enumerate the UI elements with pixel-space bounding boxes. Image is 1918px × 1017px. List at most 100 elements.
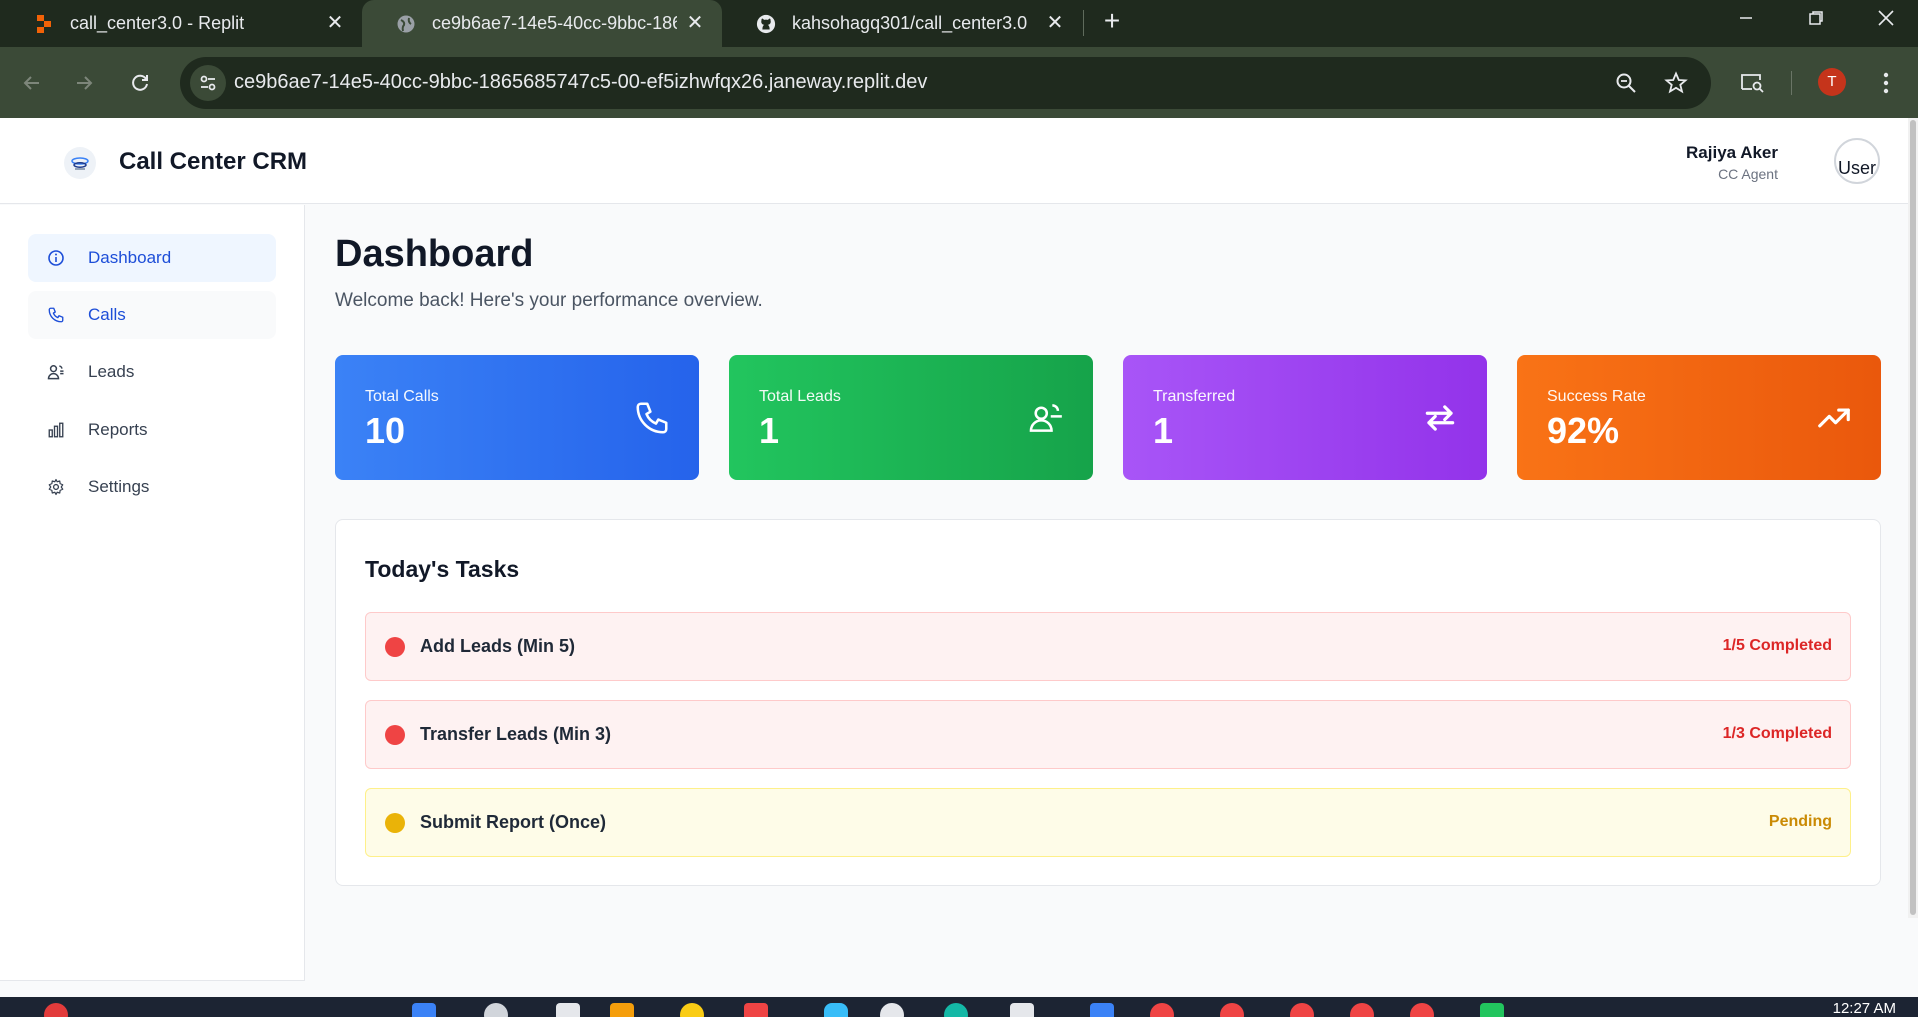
app-logo xyxy=(64,147,96,179)
more-menu-icon[interactable] xyxy=(1872,69,1900,97)
browser-tab-github[interactable]: kahsohagq301/call_center3.0 ✕ xyxy=(722,0,1082,47)
chrome-icon[interactable] xyxy=(1350,1003,1374,1017)
app-header: Call Center CRM Rajiya Aker CC Agent Use… xyxy=(0,118,1918,204)
status-dot xyxy=(385,812,405,833)
sidebar-item-settings[interactable]: Settings xyxy=(28,463,276,511)
task-status: Pending xyxy=(1768,813,1832,830)
bar-chart-icon xyxy=(46,420,66,440)
github-icon xyxy=(756,14,776,34)
sidebar-item-dashboard[interactable]: Dashboard xyxy=(28,234,276,282)
stat-card-total-calls: Total Calls 10 xyxy=(335,355,699,480)
address-bar[interactable]: ce9b6ae7-14e5-40cc-9bbc-1865685747c5-00-… xyxy=(180,57,1711,109)
stat-label: Total Calls xyxy=(365,388,439,405)
sidebar: Dashboard Calls Leads Reports Settings xyxy=(0,205,305,980)
stat-label: Total Leads xyxy=(759,388,841,405)
browser-tab-replit[interactable]: call_center3.0 - Replit ✕ xyxy=(0,0,362,47)
reload-icon[interactable] xyxy=(122,65,158,101)
stat-card-total-leads: Total Leads 1 xyxy=(729,355,1093,480)
stat-value: 10 xyxy=(365,410,406,451)
globe-icon xyxy=(396,14,416,34)
sidebar-item-label: Calls xyxy=(88,305,126,324)
stat-label: Transferred xyxy=(1153,388,1236,405)
os-taskbar: 12:27 AM xyxy=(0,997,1918,1017)
info-icon xyxy=(46,248,66,268)
task-item[interactable]: Add Leads (Min 5) 1/5 Completed xyxy=(365,612,1851,681)
app-icon[interactable] xyxy=(680,1003,704,1017)
search-icon[interactable] xyxy=(484,1003,508,1017)
stat-card-transferred: Transferred 1 xyxy=(1123,355,1487,480)
task-name: Submit Report (Once) xyxy=(420,812,607,832)
task-status: 1/3 Completed xyxy=(1722,725,1832,742)
page-subtitle: Welcome back! Here's your performance ov… xyxy=(335,290,763,311)
forward-icon[interactable] xyxy=(66,65,102,101)
status-dot xyxy=(385,724,405,745)
app-icon[interactable] xyxy=(1090,1003,1114,1017)
task-status: 1/5 Completed xyxy=(1722,637,1832,654)
scrollbar-thumb[interactable] xyxy=(1910,120,1916,915)
task-item[interactable]: Transfer Leads (Min 3) 1/3 Completed xyxy=(365,700,1851,769)
zoom-icon[interactable] xyxy=(1614,71,1638,95)
sidebar-item-label: Settings xyxy=(88,477,150,496)
tab-title: kahsohagq301/call_center3.0 xyxy=(792,13,1028,33)
app-icon[interactable] xyxy=(1010,1003,1034,1017)
phone-icon xyxy=(46,305,66,325)
chrome-icon[interactable] xyxy=(1410,1003,1434,1017)
user-role: CC Agent xyxy=(1718,166,1778,182)
page-title: Dashboard xyxy=(335,233,534,275)
stat-value: 92% xyxy=(1547,410,1620,451)
chrome-icon[interactable] xyxy=(1290,1003,1314,1017)
task-name: Transfer Leads (Min 3) xyxy=(420,724,612,744)
sidebar-item-label: Leads xyxy=(88,362,135,381)
close-tab-icon[interactable]: ✕ xyxy=(324,12,346,34)
notification-icon[interactable] xyxy=(44,1003,68,1017)
app-icon[interactable] xyxy=(880,1003,904,1017)
bookmark-star-icon[interactable] xyxy=(1664,71,1688,95)
sidebar-item-leads[interactable]: Leads xyxy=(28,348,276,396)
app-icon[interactable] xyxy=(744,1003,768,1017)
browser-toolbar: ce9b6ae7-14e5-40cc-9bbc-1865685747c5-00-… xyxy=(0,47,1918,118)
status-dot xyxy=(385,636,405,657)
replit-icon xyxy=(34,14,54,34)
profile-avatar[interactable]: T xyxy=(1818,68,1846,96)
leads-icon xyxy=(46,362,66,382)
close-tab-icon[interactable]: ✕ xyxy=(684,12,706,34)
toolbar-separator xyxy=(1791,71,1792,95)
file-explorer-icon[interactable] xyxy=(610,1003,634,1017)
avatar[interactable]: User xyxy=(1834,138,1880,184)
minimize-icon[interactable] xyxy=(1720,0,1772,36)
task-name: Add Leads (Min 5) xyxy=(420,636,576,656)
transfer-arrows-icon xyxy=(1421,399,1459,437)
tab-title: call_center3.0 - Replit xyxy=(70,13,245,33)
start-icon[interactable] xyxy=(412,1003,436,1017)
edge-icon[interactable] xyxy=(944,1003,968,1017)
close-tab-icon[interactable]: ✕ xyxy=(1044,12,1066,34)
sidebar-item-label: Reports xyxy=(88,420,148,439)
cast-search-icon[interactable] xyxy=(1738,69,1766,97)
chrome-icon[interactable] xyxy=(1150,1003,1174,1017)
sidebar-item-calls[interactable]: Calls xyxy=(28,291,276,339)
new-tab-icon[interactable]: + xyxy=(1097,6,1127,36)
back-icon[interactable] xyxy=(14,65,50,101)
tasks-card: Today's Tasks Add Leads (Min 5) 1/5 Comp… xyxy=(335,519,1881,886)
restore-icon[interactable] xyxy=(1790,0,1842,36)
phone-icon xyxy=(633,399,671,437)
task-item[interactable]: Submit Report (Once) Pending xyxy=(365,788,1851,857)
site-settings-icon[interactable] xyxy=(190,65,226,101)
taskbar-clock[interactable]: 12:27 AM xyxy=(1833,1000,1896,1017)
tab-separator xyxy=(1083,10,1084,36)
sidebar-item-label: Dashboard xyxy=(88,248,172,267)
stat-value: 1 xyxy=(759,410,780,451)
stat-card-success-rate: Success Rate 92% xyxy=(1517,355,1881,480)
sidebar-item-reports[interactable]: Reports xyxy=(28,406,276,454)
browser-tab-active[interactable]: ce9b6ae7-14e5-40cc-9bbc-1865 ✕ xyxy=(362,0,722,47)
stat-value: 1 xyxy=(1153,410,1174,451)
task-view-icon[interactable] xyxy=(556,1003,580,1017)
url-text[interactable]: ce9b6ae7-14e5-40cc-9bbc-1865685747c5-00-… xyxy=(234,71,927,94)
chrome-icon[interactable] xyxy=(1220,1003,1244,1017)
app-icon[interactable] xyxy=(1480,1003,1504,1017)
user-plus-icon xyxy=(1027,399,1065,437)
weather-icon[interactable] xyxy=(824,1003,848,1017)
close-window-icon[interactable] xyxy=(1860,0,1912,36)
app-title: Call Center CRM xyxy=(119,148,308,175)
browser-tab-bar: call_center3.0 - Replit ✕ ce9b6ae7-14e5-… xyxy=(0,0,1918,47)
